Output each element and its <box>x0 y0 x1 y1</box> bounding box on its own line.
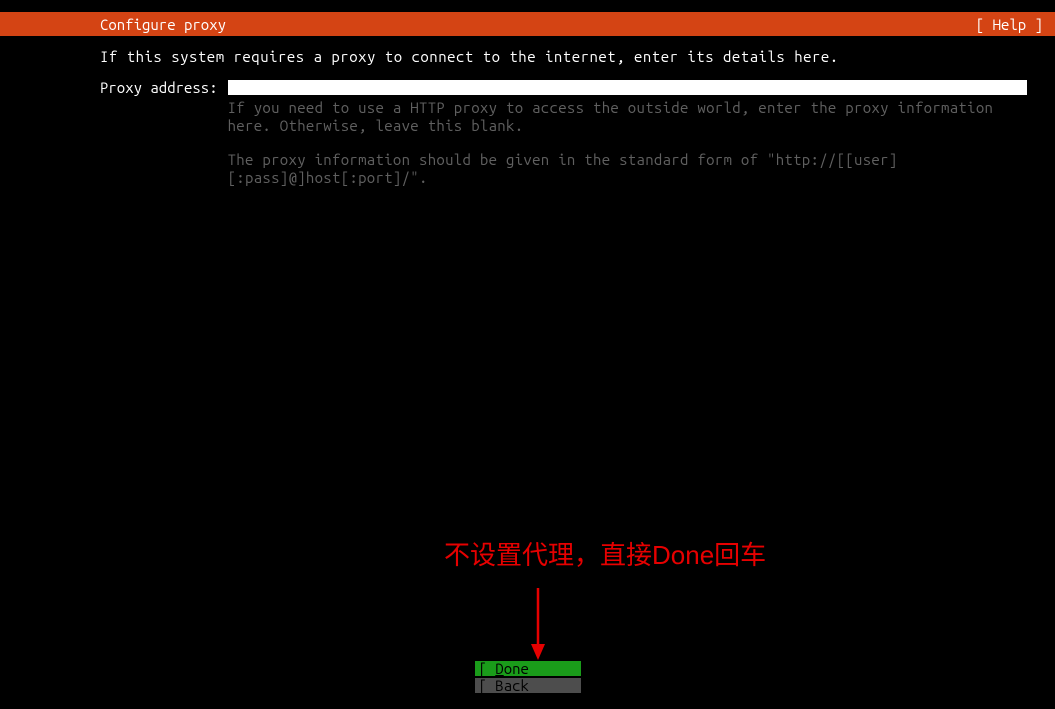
content-area: If this system requires a proxy to conne… <box>0 36 1055 187</box>
done-button[interactable]: [ Done ] <box>475 661 581 676</box>
proxy-field-row: Proxy address: If you need to use a HTTP… <box>100 79 1027 187</box>
proxy-address-input[interactable] <box>228 80 1027 95</box>
page-title: Configure proxy <box>100 16 226 33</box>
help-link[interactable]: [ Help ] <box>976 16 1043 33</box>
back-button[interactable]: [ Back ] <box>475 678 581 693</box>
intro-text: If this system requires a proxy to conne… <box>100 48 1027 65</box>
proxy-label: Proxy address: <box>100 79 228 96</box>
top-bar <box>0 0 1055 12</box>
header-bar: Configure proxy [ Help ] <box>0 12 1055 36</box>
arrow-down-icon <box>530 588 546 660</box>
proxy-help-text-1: If you need to use a HTTP proxy to acces… <box>228 99 1027 135</box>
proxy-help-text-2: The proxy information should be given in… <box>228 151 1027 187</box>
proxy-field-right: If you need to use a HTTP proxy to acces… <box>228 79 1027 187</box>
footer-buttons: [ Done ] [ Back ] <box>0 660 1055 694</box>
annotation-text: 不设置代理，直接Done回车 <box>444 535 766 572</box>
done-hotkey: D <box>495 660 503 677</box>
